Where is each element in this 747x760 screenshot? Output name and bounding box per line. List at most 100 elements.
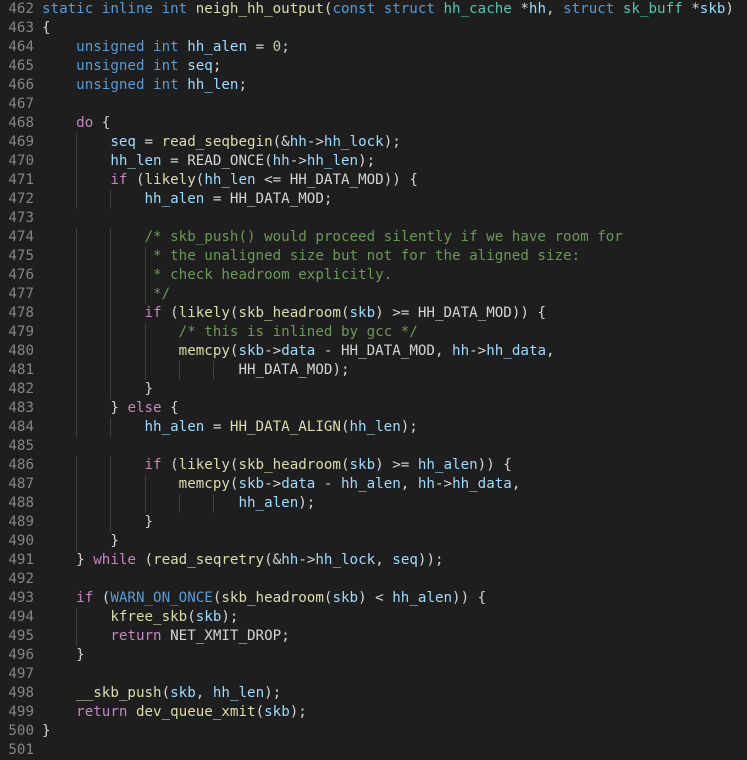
code-token: struct	[563, 1, 623, 17]
code-line[interactable]: 495 return NET_XMIT_DROP;	[0, 627, 747, 646]
code-line[interactable]: 481 HH_DATA_MOD);	[0, 361, 747, 380]
code-line[interactable]: 497	[0, 665, 747, 684]
code-line[interactable]: 474 /* skb_push() would proceed silently…	[0, 228, 747, 247]
code-text: kfree_skb(skb);	[42, 608, 238, 627]
code-token: hh_len	[306, 153, 359, 169]
code-token: ) <	[358, 590, 393, 606]
code-token: hh_data	[486, 343, 547, 359]
code-line[interactable]: 469 seq = read_seqbegin(&hh->hh_lock);	[0, 133, 747, 152]
code-line[interactable]: 468 do {	[0, 114, 747, 133]
code-token: const	[332, 1, 384, 17]
code-line[interactable]: 489 }	[0, 513, 747, 532]
code-line[interactable]: 478 if (likely(skb_headroom(skb) >= HH_D…	[0, 304, 747, 323]
code-text: unsigned int hh_alen = 0;	[42, 38, 290, 57]
code-line[interactable]: 492	[0, 570, 747, 589]
code-token: hh_data	[452, 476, 512, 492]
code-token: );	[383, 134, 401, 150]
line-number: 469	[8, 134, 34, 150]
code-token: unsigned	[76, 58, 154, 74]
code-line[interactable]: 490 }	[0, 532, 747, 551]
code-text: * check headroom explicitly.	[42, 266, 392, 285]
code-line[interactable]: 487 memcpy(skb->data - hh_alen, hh->hh_d…	[0, 475, 747, 494]
code-text: hh_len = READ_ONCE(hh->hh_len);	[42, 152, 375, 171]
indent-guide	[144, 323, 146, 342]
code-token: static	[42, 1, 102, 17]
indent-guide	[76, 494, 78, 513]
code-text: if (likely(skb_headroom(skb) >= hh_alen)…	[42, 456, 512, 475]
code-line[interactable]: 491 } while (read_seqretry(&hh->hh_lock,…	[0, 551, 747, 570]
code-line[interactable]: 488 hh_alen);	[0, 494, 747, 513]
code-line[interactable]: 485	[0, 437, 747, 456]
code-line[interactable]: 480 memcpy(skb->data - HH_DATA_MOD, hh->…	[0, 342, 747, 361]
code-text: __skb_push(skb, hh_len);	[42, 684, 281, 703]
code-line[interactable]: 494 kfree_skb(skb);	[0, 608, 747, 627]
code-token: if	[144, 305, 171, 321]
line-number: 499	[8, 704, 34, 720]
code-line[interactable]: 463 {	[0, 19, 747, 38]
code-token: likely	[178, 305, 230, 321]
code-line[interactable]: 483 } else {	[0, 399, 747, 418]
code-editor[interactable]: 462 static inline int neigh_hh_output(con…	[0, 0, 747, 758]
indent-guide	[110, 494, 112, 513]
code-token: hh_len	[349, 419, 401, 435]
code-token: ;	[281, 628, 290, 644]
line-number: 476	[8, 267, 34, 283]
code-line[interactable]: 477 */	[0, 285, 747, 304]
code-line[interactable]: 479 /* this is inlined by gcc */	[0, 323, 747, 342]
line-number: 493	[8, 590, 34, 606]
indent-guide	[76, 304, 78, 323]
code-token: do	[76, 115, 102, 131]
code-line[interactable]: 470 hh_len = READ_ONCE(hh->hh_len);	[0, 152, 747, 171]
code-token: read_seqretry	[153, 552, 265, 568]
code-text: */	[42, 285, 170, 304]
line-number: 492	[8, 571, 34, 587]
indent-guide	[178, 494, 180, 513]
code-line[interactable]: 466 unsigned int hh_len;	[0, 76, 747, 95]
indent-guide	[144, 361, 146, 380]
code-token: inline	[101, 1, 162, 17]
code-token: hh_cache	[443, 1, 521, 17]
code-token: ->	[289, 153, 307, 169]
indent-guide	[76, 418, 78, 437]
code-token: ,	[434, 343, 453, 359]
code-line[interactable]: 476 * check headroom explicitly.	[0, 266, 747, 285]
code-line[interactable]: 472 hh_alen = HH_DATA_MOD;	[0, 190, 747, 209]
code-line[interactable]: 464 unsigned int hh_alen = 0;	[0, 38, 747, 57]
code-line[interactable]: 473	[0, 209, 747, 228]
code-line[interactable]: 501	[0, 741, 747, 760]
code-token: );	[332, 362, 350, 378]
code-token: while	[93, 552, 145, 568]
code-token: ,	[375, 552, 393, 568]
code-token: /* this is inlined by gcc */	[178, 324, 418, 340]
indent-guide	[76, 456, 78, 475]
code-line[interactable]: 484 hh_alen = HH_DATA_ALIGN(hh_len);	[0, 418, 747, 437]
code-token: )) {	[383, 172, 418, 188]
code-text: memcpy(skb->data - hh_alen, hh->hh_data,	[42, 475, 520, 494]
code-line[interactable]: 493 if (WARN_ON_ONCE(skb_headroom(skb) <…	[0, 589, 747, 608]
code-text: unsigned int hh_len;	[42, 76, 247, 95]
code-line[interactable]: 482 }	[0, 380, 747, 399]
code-line[interactable]: 498 __skb_push(skb, hh_len);	[0, 684, 747, 703]
code-token: * the unaligned size but not for the ali…	[153, 248, 581, 264]
indent-guide	[76, 361, 78, 380]
code-line[interactable]: 475 * the unaligned size but not for the…	[0, 247, 747, 266]
line-number: 487	[8, 476, 34, 492]
indent-guide	[76, 342, 78, 361]
line-number: 463	[8, 20, 34, 36]
code-token: return	[76, 704, 136, 720]
code-line[interactable]: 465 unsigned int seq;	[0, 57, 747, 76]
code-line[interactable]: 500}	[0, 722, 747, 741]
code-line[interactable]: 471 if (likely(hh_len <= HH_DATA_MOD)) {	[0, 171, 747, 190]
code-line[interactable]: 486 if (likely(skb_headroom(skb) >= hh_a…	[0, 456, 747, 475]
code-token: hh_lock	[315, 552, 376, 568]
code-line[interactable]: 499 return dev_queue_xmit(skb);	[0, 703, 747, 722]
code-line[interactable]: 467	[0, 95, 747, 114]
code-token: hh	[417, 476, 435, 492]
code-line[interactable]: 462 static inline int neigh_hh_output(con…	[0, 0, 747, 19]
code-line[interactable]: 496 }	[0, 646, 747, 665]
